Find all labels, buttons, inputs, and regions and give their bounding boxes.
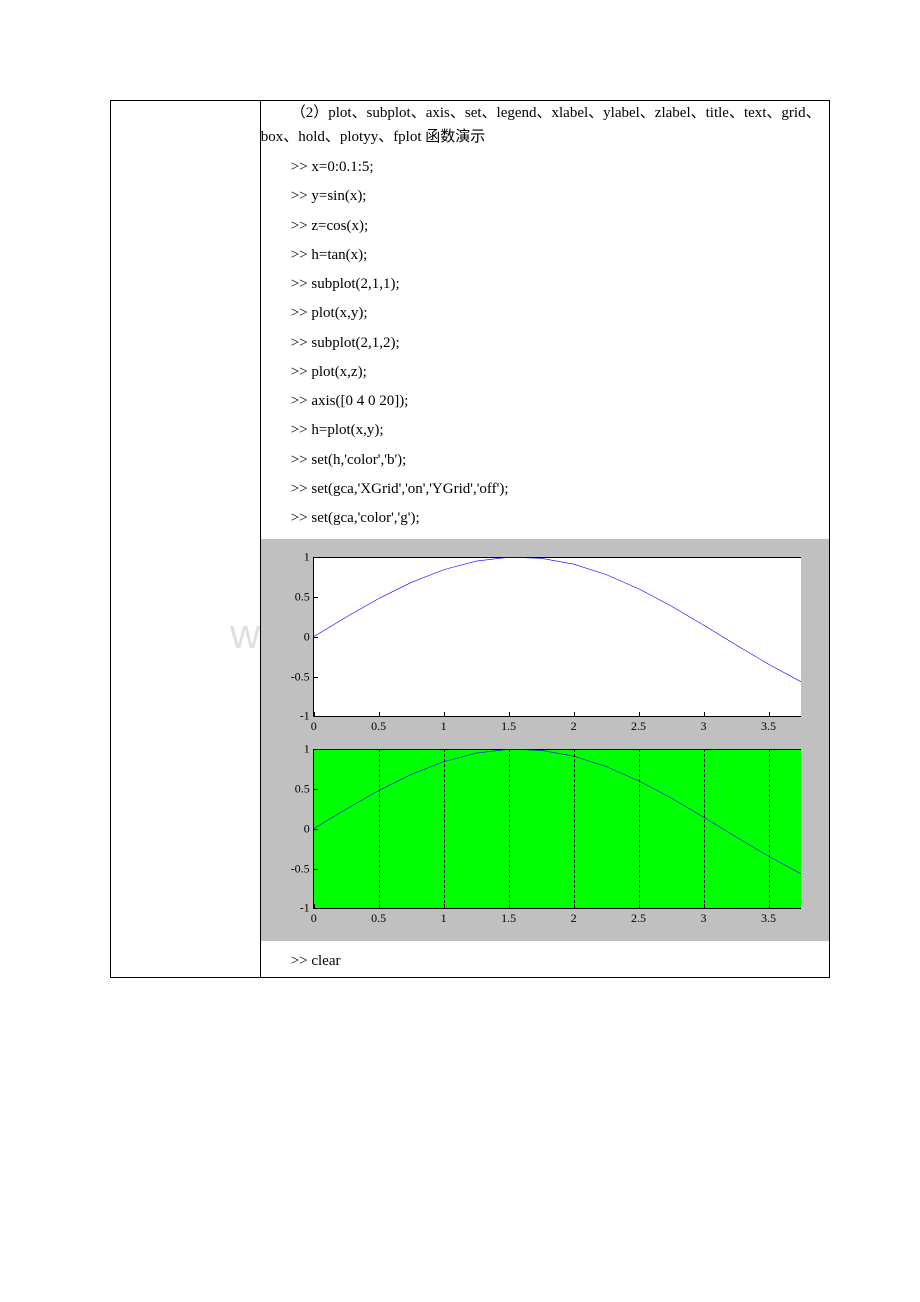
document-table: （2）plot、subplot、axis、set、legend、xlabel、y…: [110, 100, 830, 978]
ytick-label: 1: [282, 742, 310, 757]
ytick-mark: [314, 749, 318, 750]
xtick-label: 3.5: [761, 911, 776, 926]
section-heading: （2）plot、subplot、axis、set、legend、xlabel、y…: [261, 101, 829, 149]
xtick-label: 2: [571, 719, 577, 734]
ytick-label: 0: [282, 629, 310, 644]
xtick-mark: [509, 712, 510, 716]
xtick-mark: [704, 712, 705, 716]
xtick-label: 2: [571, 911, 577, 926]
xtick-label: 0: [311, 719, 317, 734]
gridline-vertical: [509, 749, 510, 908]
code-line: >> set(gca,'XGrid','on','YGrid','off');: [291, 475, 829, 504]
xtick-label: 2.5: [631, 719, 646, 734]
ytick-mark: [314, 597, 318, 598]
ytick-mark: [314, 908, 318, 909]
code-line: >> h=plot(x,y);: [291, 416, 829, 445]
plot-panel-bottom: -1-0.500.5100.511.522.533.5: [313, 749, 801, 909]
ytick-mark: [314, 716, 318, 717]
empty-left-cell: [111, 101, 261, 978]
code-line: >> x=0:0.1:5;: [291, 153, 829, 182]
gridline-vertical: [639, 749, 640, 908]
code-line: >> h=tan(x);: [291, 241, 829, 270]
xtick-label: 3: [701, 719, 707, 734]
ytick-label: 1: [282, 550, 310, 565]
xtick-mark: [444, 712, 445, 716]
xtick-label: 1.5: [501, 719, 516, 734]
xtick-mark: [314, 712, 315, 716]
ytick-mark: [314, 677, 318, 678]
xtick-label: 0.5: [371, 911, 386, 926]
curve-svg: [314, 749, 801, 908]
ytick-mark: [314, 637, 318, 638]
xtick-label: 3.5: [761, 719, 776, 734]
ytick-label: -1: [282, 901, 310, 916]
code-line: >> plot(x,y);: [291, 299, 829, 328]
code-line: >> set(h,'color','b');: [291, 446, 829, 475]
xtick-label: 1.5: [501, 911, 516, 926]
gridline-vertical: [704, 749, 705, 908]
curve-svg: [314, 557, 801, 716]
ytick-mark: [314, 869, 318, 870]
gridline-vertical: [769, 749, 770, 908]
code-line: >> subplot(2,1,1);: [291, 270, 829, 299]
gridline-vertical: [444, 749, 445, 908]
ytick-label: 0.5: [282, 590, 310, 605]
chart-figure: -1-0.500.5100.511.522.533.5 -1-0.500.510…: [261, 539, 829, 941]
ytick-mark: [314, 829, 318, 830]
code-line: >> clear: [291, 947, 829, 976]
xtick-mark: [314, 904, 315, 908]
ytick-label: 0.5: [282, 782, 310, 797]
ytick-label: 0: [282, 821, 310, 836]
xtick-mark: [574, 712, 575, 716]
xtick-mark: [769, 712, 770, 716]
xtick-label: 1: [441, 719, 447, 734]
gridline-vertical: [574, 749, 575, 908]
code-line: >> axis([0 4 0 20]);: [291, 387, 829, 416]
xtick-label: 3: [701, 911, 707, 926]
xtick-label: 0.5: [371, 719, 386, 734]
xtick-label: 0: [311, 911, 317, 926]
code-line: >> subplot(2,1,2);: [291, 329, 829, 358]
ytick-label: -0.5: [282, 669, 310, 684]
ytick-mark: [314, 789, 318, 790]
xtick-label: 2.5: [631, 911, 646, 926]
xtick-label: 1: [441, 911, 447, 926]
code-line: >> set(gca,'color','g');: [291, 504, 829, 533]
ytick-label: -0.5: [282, 861, 310, 876]
code-line: >> plot(x,z);: [291, 358, 829, 387]
plot-panel-top: -1-0.500.5100.511.522.533.5: [313, 557, 801, 717]
ytick-label: -1: [282, 709, 310, 724]
content-cell: （2）plot、subplot、axis、set、legend、xlabel、y…: [260, 101, 829, 978]
ytick-mark: [314, 557, 318, 558]
code-line: >> y=sin(x);: [291, 182, 829, 211]
xtick-mark: [379, 712, 380, 716]
xtick-mark: [639, 712, 640, 716]
code-line: >> z=cos(x);: [291, 212, 829, 241]
gridline-vertical: [379, 749, 380, 908]
